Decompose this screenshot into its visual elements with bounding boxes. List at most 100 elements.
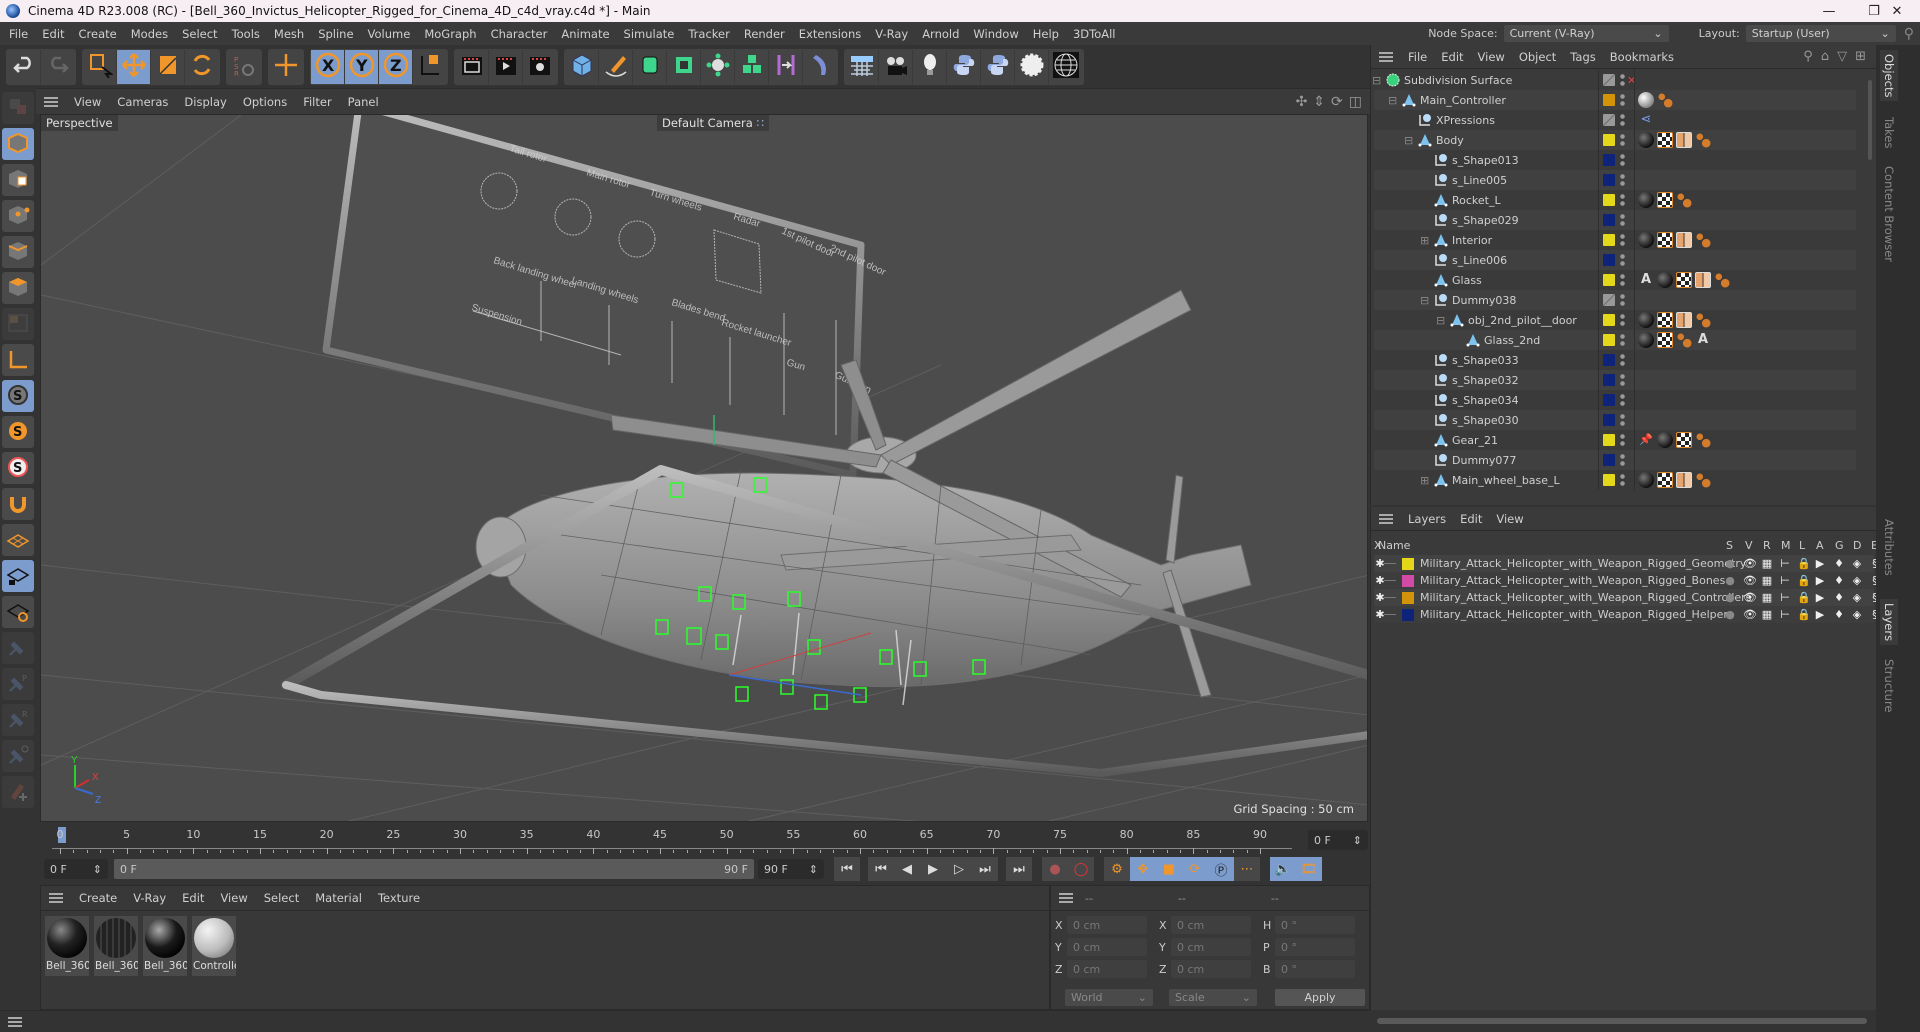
texture-tag-icon[interactable] xyxy=(1676,432,1692,448)
material-tag-icon[interactable] xyxy=(1638,232,1654,248)
animation-icon[interactable]: ▶ xyxy=(1814,608,1826,621)
object-name[interactable]: XPressions xyxy=(1436,114,1495,127)
go-to-end-button[interactable]: ⏭ xyxy=(1006,857,1032,881)
material-hamburger-icon[interactable] xyxy=(49,893,63,903)
uv-mode-button[interactable] xyxy=(2,308,34,340)
layer-color-swatch[interactable] xyxy=(1603,274,1615,286)
visibility-dots[interactable] xyxy=(1620,113,1625,127)
xpresso-tag-icon[interactable]: ⋖ xyxy=(1638,112,1654,128)
material-swatch[interactable]: Bell_360 xyxy=(94,916,138,976)
lock-icon[interactable]: 🔒 xyxy=(1797,574,1811,587)
collapse-icon[interactable]: ⊟ xyxy=(1436,314,1445,327)
close-button[interactable]: ✕ xyxy=(1874,0,1920,22)
object-name[interactable]: s_Shape033 xyxy=(1452,354,1519,367)
manager-icon[interactable]: ⊢ xyxy=(1779,574,1791,587)
objects-hamburger-icon[interactable] xyxy=(1379,51,1393,62)
polygon-mode-button[interactable] xyxy=(2,272,34,304)
render-icon[interactable]: ▦ xyxy=(1761,608,1773,621)
layer-column-v[interactable]: V xyxy=(1745,539,1753,552)
visibility-dots[interactable] xyxy=(1620,433,1625,447)
animation-icon[interactable]: ▶ xyxy=(1814,557,1826,570)
object-row[interactable]: s_Shape034 xyxy=(1374,390,1856,410)
visibility-dots[interactable] xyxy=(1620,473,1625,487)
collapse-icon[interactable]: ⊟ xyxy=(1372,74,1381,87)
layer-color-swatch[interactable] xyxy=(1603,454,1615,466)
start-frame-field[interactable]: 0 F ⇕ xyxy=(44,859,108,879)
rotation-p-field[interactable]: 0 ° xyxy=(1275,938,1355,956)
psr-button[interactable]: PSR xyxy=(227,50,261,84)
annotation-tag-icon[interactable]: A xyxy=(1695,332,1711,348)
camera-label[interactable]: Default Camera ∷ xyxy=(657,115,769,131)
object-row[interactable]: Dummy077 xyxy=(1374,450,1856,470)
deformer-icon[interactable]: ◈ xyxy=(1851,608,1863,621)
menu-arnold[interactable]: Arnold xyxy=(915,27,966,41)
rotation-h-field[interactable]: 0 ° xyxy=(1275,916,1355,934)
visibility-dots[interactable] xyxy=(1620,453,1625,467)
locked-workplane-button[interactable] xyxy=(2,560,34,592)
previous-frame-button[interactable]: ◀ xyxy=(894,857,920,881)
pen-button[interactable] xyxy=(599,49,633,84)
deformer-icon[interactable]: ◈ xyxy=(1851,574,1863,587)
next-frame-button[interactable]: ▷ xyxy=(946,857,972,881)
visibility-dots[interactable] xyxy=(1620,213,1625,227)
sphere-wire-button[interactable] xyxy=(1049,50,1083,84)
pin-button[interactable] xyxy=(2,632,34,664)
xref-icon[interactable]: ✱ xyxy=(1374,574,1386,587)
texture-tag-icon[interactable] xyxy=(1657,472,1673,488)
object-row[interactable]: ⊟ Body xyxy=(1374,130,1856,150)
collapse-icon[interactable]: ⊟ xyxy=(1388,94,1397,107)
lock-icon[interactable]: 🔒 xyxy=(1797,591,1811,604)
object-name[interactable]: s_Shape030 xyxy=(1452,414,1519,427)
world-axis-button[interactable] xyxy=(269,50,303,84)
snap-s-button[interactable]: S xyxy=(2,380,34,412)
layer-color-swatch[interactable] xyxy=(1402,557,1414,570)
layers-menu-edit[interactable]: Edit xyxy=(1453,512,1489,526)
live-selection-button[interactable] xyxy=(83,49,117,84)
search-icon[interactable]: ⚲ xyxy=(1904,26,1914,42)
object-name[interactable]: Interior xyxy=(1452,234,1492,247)
deformer-button[interactable] xyxy=(803,50,837,84)
object-name[interactable]: Dummy038 xyxy=(1452,294,1516,307)
menu-select[interactable]: Select xyxy=(175,27,224,41)
layer-column-s[interactable]: S xyxy=(1726,539,1733,552)
ik-tag-icon[interactable] xyxy=(1695,312,1711,328)
layer-color-swatch[interactable] xyxy=(1402,574,1414,587)
floor-button[interactable] xyxy=(845,49,879,84)
object-row[interactable]: s_Line006 xyxy=(1374,250,1856,270)
layer-column-m[interactable]: M xyxy=(1781,539,1791,552)
model-mode-button[interactable] xyxy=(2,128,34,160)
cube-button[interactable] xyxy=(565,49,599,84)
expand-icon[interactable]: ⊞ xyxy=(1420,474,1429,487)
layer-name[interactable]: Military_Attack_Helicopter_with_Weapon_R… xyxy=(1420,574,1725,587)
visible-icon[interactable]: 👁 xyxy=(1743,557,1757,570)
object-name[interactable]: Subdivision Surface xyxy=(1404,74,1512,87)
layer-color-swatch[interactable] xyxy=(1603,114,1615,126)
menu-edit[interactable]: Edit xyxy=(35,27,71,41)
uvw-tag-icon[interactable] xyxy=(1676,132,1692,148)
object-row[interactable]: Rocket_L xyxy=(1374,190,1856,210)
viewport-rotate-icon[interactable]: ⟳ xyxy=(1331,94,1343,110)
objects-menu-bookmarks[interactable]: Bookmarks xyxy=(1603,50,1681,64)
viewport-menu-display[interactable]: Display xyxy=(176,95,234,109)
make-editable-button[interactable] xyxy=(2,92,34,124)
layers-horizontal-scrollbar[interactable] xyxy=(1377,1018,1867,1024)
object-name[interactable]: Main_Controller xyxy=(1420,94,1506,107)
object-row[interactable]: ⊟ Subdivision Surface ✕ xyxy=(1372,70,1856,90)
animation-icon[interactable]: ▶ xyxy=(1814,591,1826,604)
array-button[interactable] xyxy=(735,49,769,84)
expand-icon[interactable]: ⊞ xyxy=(1420,234,1429,247)
gear-button[interactable] xyxy=(1015,49,1049,84)
menu-modes[interactable]: Modes xyxy=(124,27,175,41)
texture-tag-icon[interactable] xyxy=(1657,192,1673,208)
timeline-ruler[interactable]: 0 5 10 15 20 25 30 35 40 45 50 55 60 65 70 75 80 85 90 0 F… xyxy=(40,825,1368,855)
ik-tag-icon[interactable] xyxy=(1676,332,1692,348)
size-y-field[interactable]: 0 cm xyxy=(1171,938,1251,956)
layer-row[interactable]: Military_Attack_Helicopter_with_Weapon_R… xyxy=(1374,589,1878,606)
object-row[interactable]: s_Shape013 xyxy=(1374,150,1856,170)
menu-extensions[interactable]: Extensions xyxy=(792,27,868,41)
layers-menu-view[interactable]: View xyxy=(1489,512,1530,526)
render-icon[interactable]: ▦ xyxy=(1761,591,1773,604)
visibility-dots[interactable] xyxy=(1620,333,1625,347)
coordinates-hamburger-icon[interactable] xyxy=(1059,893,1073,903)
previous-keyframe-button[interactable]: ⏮ xyxy=(868,857,894,881)
